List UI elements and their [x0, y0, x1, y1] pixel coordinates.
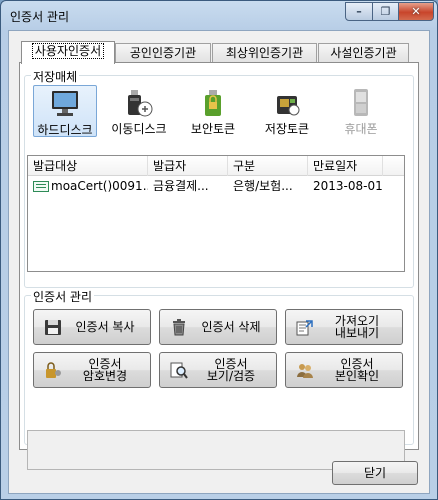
minimize-icon: –: [356, 5, 362, 18]
security-token-icon: [205, 90, 221, 116]
label-line: 본인확인: [334, 369, 380, 383]
storage-media-group-label: 저장매체: [31, 68, 80, 85]
media-label: 보안토큰: [190, 122, 236, 136]
import-export-icon: [296, 320, 313, 336]
button-label: 인증서 보기/검증: [190, 353, 272, 387]
certificate-manager-window: 인증서 관리 – ❐ ✕ 사용자인증서 공인인증기관 최상위인증기관 사설인증기…: [0, 0, 438, 500]
key-lock-icon: [46, 362, 61, 378]
tab-user-certificates[interactable]: 사용자인증서: [21, 41, 115, 64]
change-password-button[interactable]: 인증서 암호변경: [33, 352, 151, 388]
window-title: 인증서 관리: [10, 10, 70, 24]
button-label: 인증서 복사: [64, 310, 146, 344]
users-icon: [297, 364, 313, 378]
label-line: 내보내기: [334, 326, 380, 340]
restore-button[interactable]: ❐: [372, 2, 399, 21]
view-verify-button[interactable]: 인증서 보기/검증: [159, 352, 277, 388]
certificate-list-header: 발급대상 발급자 구분 만료일자: [28, 156, 404, 176]
label-line: 암호변경: [82, 369, 128, 383]
tab-label: 공인인증기관: [129, 46, 197, 60]
media-label: 하드디스크: [37, 123, 93, 137]
column-header-issuer[interactable]: 발급자: [148, 156, 228, 176]
import-export-button[interactable]: 가져오기 내보내기: [285, 309, 403, 345]
tab-public-ca[interactable]: 공인인증기관: [115, 43, 211, 63]
button-label: 인증서 삭제: [190, 310, 272, 344]
label-line: 인증서 복사: [75, 320, 135, 334]
trash-can-icon: [173, 319, 185, 336]
tab-label: 사용자인증서: [31, 43, 105, 59]
cell-type: 은행/보험...: [233, 179, 293, 193]
tab-root-ca[interactable]: 최상위인증기관: [212, 43, 317, 63]
label-line: 보기/검증: [206, 369, 256, 383]
title-bar[interactable]: 인증서 관리 – ❐ ✕: [1, 1, 437, 29]
magnifier-icon: [170, 362, 188, 379]
column-header-type[interactable]: 구분: [228, 156, 308, 176]
media-storage-token[interactable]: 저장토큰: [255, 85, 319, 137]
copy-certificate-button[interactable]: 인증서 복사: [33, 309, 151, 345]
label-line: 인증서 삭제: [201, 320, 261, 334]
minimize-button[interactable]: –: [345, 2, 373, 21]
button-label: 인증서 암호변경: [64, 353, 146, 387]
media-mobile-phone[interactable]: 휴대폰: [329, 85, 393, 137]
cell-issuer: 금융결제...: [153, 179, 209, 193]
close-window-button[interactable]: ✕: [398, 2, 434, 21]
close-icon: ✕: [411, 5, 421, 18]
delete-certificate-button[interactable]: 인증서 삭제: [159, 309, 277, 345]
management-group-label: 인증서 관리: [31, 288, 95, 305]
media-label: 휴대폰: [344, 122, 378, 136]
media-label: 저장토큰: [264, 122, 310, 136]
table-row[interactable]: moaCert()0091... 금융결제... 은행/보험... 2013-0…: [28, 177, 404, 196]
identity-check-button[interactable]: 인증서 본인확인: [285, 352, 403, 388]
tab-panel-user-certificates: 저장매체 하드디스크 이동디스크 보안토큰 저장토큰 휴대폰 발급대상 발급자 …: [19, 62, 419, 470]
column-header-expiry[interactable]: 만료일자: [308, 156, 383, 176]
cell-subject: moaCert()0091...: [51, 179, 148, 193]
media-label: 이동디스크: [111, 122, 167, 136]
restore-icon: ❐: [380, 5, 391, 18]
certificate-list[interactable]: 발급대상 발급자 구분 만료일자 moaCert()0091... 금융결제..…: [27, 155, 405, 272]
button-label: 가져오기 내보내기: [316, 310, 398, 344]
column-header-subject[interactable]: 발급대상: [28, 156, 148, 176]
computer-icon: [52, 91, 78, 116]
mobile-phone-icon: [354, 89, 368, 116]
media-hard-disk[interactable]: 하드디스크: [33, 85, 97, 137]
media-removable-disk[interactable]: 이동디스크: [107, 85, 171, 137]
floppy-disk-icon: [45, 320, 61, 335]
usb-drive-icon: [128, 90, 153, 117]
cell-expiry: 2013-08-01: [313, 179, 383, 193]
tab-label: 사설인증기관: [330, 46, 397, 60]
close-button[interactable]: 닫기: [332, 461, 418, 485]
media-security-token[interactable]: 보안토큰: [181, 85, 245, 137]
tab-private-ca[interactable]: 사설인증기관: [318, 43, 409, 63]
button-label: 인증서 본인확인: [316, 353, 398, 387]
tab-label: 최상위인증기관: [225, 46, 304, 60]
storage-token-icon: [277, 96, 300, 116]
dialog-client-area: 사용자인증서 공인인증기관 최상위인증기관 사설인증기관 저장매체 하드디스크: [8, 30, 430, 494]
